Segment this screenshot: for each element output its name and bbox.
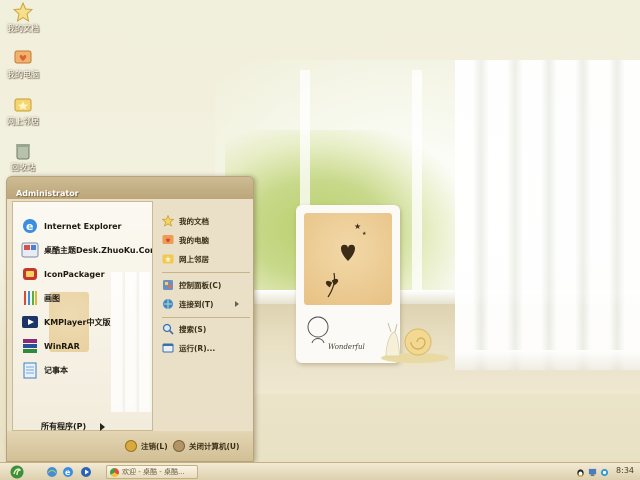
taskbar: e 欢迎 - 桌酷 - 桌酷... 8:34 [0, 462, 640, 480]
desktop-icon-my-documents[interactable]: 我的文档 [0, 2, 46, 34]
program-notepad[interactable]: 记事本 [21, 360, 68, 380]
tool-run[interactable]: 运行(R)... [162, 340, 215, 356]
qq-penguin-icon[interactable] [576, 468, 585, 477]
desktop-icon-recycle-bin[interactable]: 回收站 [0, 141, 46, 173]
tool-label: 搜索(S) [179, 324, 207, 334]
menu-separator [162, 317, 250, 318]
desktop-icon-label: 回收站 [11, 163, 35, 172]
notepad-icon [23, 362, 37, 379]
start-menu: Administrator e Internet Explorer 桌酷主题De… [6, 176, 254, 462]
curtain [455, 60, 640, 370]
svg-text:★: ★ [362, 231, 367, 237]
start-button[interactable] [2, 464, 32, 480]
iconpackager-icon [23, 268, 37, 280]
show-desktop-icon[interactable] [46, 466, 58, 478]
desktop-icon-my-computer[interactable]: 我的电脑 [0, 48, 46, 80]
program-label: WinRAR [44, 341, 80, 351]
tool-search[interactable]: 搜索(S) [162, 321, 206, 337]
chevron-right-icon [235, 301, 240, 307]
zhuoku-theme-icon [21, 242, 39, 258]
star-folder-icon [162, 215, 174, 227]
chevron-right-icon [100, 422, 106, 431]
svg-text:★: ★ [354, 222, 361, 231]
place-label: 网上邻居 [179, 254, 209, 264]
program-label: Internet Explorer [44, 221, 122, 231]
tool-label: 运行(R)... [179, 343, 216, 353]
internet-explorer-icon: e [23, 219, 37, 233]
computer-heart-icon [14, 50, 32, 64]
panel-decoration [111, 272, 152, 412]
taskbar-window-button[interactable]: 欢迎 - 桌酷 - 桌酷... [106, 465, 198, 479]
program-label: IconPackager [44, 269, 105, 279]
program-label: 记事本 [44, 365, 68, 375]
place-label: 我的文档 [179, 216, 209, 226]
curtain-hem [455, 350, 640, 370]
user-name: Administrator [16, 189, 79, 198]
network-status-icon[interactable] [588, 468, 597, 477]
program-label: KMPlayer中文版 [44, 317, 111, 327]
svg-text:e: e [65, 468, 71, 477]
desktop-icon-label: 我的电脑 [7, 70, 39, 79]
desktop-icon-label: 我的文档 [7, 24, 39, 33]
kmplayer-icon [22, 316, 38, 328]
desktop-icon-network[interactable]: 网上邻居 [0, 95, 46, 127]
log-off-label: 注销(L) [141, 441, 168, 451]
paint-icon [24, 291, 37, 305]
program-kmplayer[interactable]: KMPlayer中文版 [21, 312, 111, 332]
internet-explorer-icon[interactable]: e [62, 466, 74, 478]
start-orb-icon [10, 465, 24, 479]
program-label: 画图 [44, 293, 60, 303]
place-my-computer[interactable]: 我的电脑 [162, 232, 209, 248]
heart-doodle-icon: ★ ★ [325, 222, 367, 298]
control-panel-icon [163, 280, 173, 290]
place-network[interactable]: 网上邻居 [162, 251, 209, 267]
network-places-icon [162, 254, 174, 264]
place-label: 我的电脑 [179, 235, 209, 245]
program-paint[interactable]: 画图 [21, 288, 60, 308]
connect-to-icon [163, 299, 173, 309]
network-places-icon [14, 98, 32, 112]
svg-text:e: e [26, 220, 33, 233]
system-connect-to[interactable]: 连接到(T) [162, 296, 240, 312]
desktop-icon-label: 网上邻居 [7, 117, 39, 126]
places-panel: 我的文档 我的电脑 网上邻居 控制面板(C) 连接到(T) 搜索(S) 运行(R… [157, 201, 253, 431]
search-icon [162, 323, 174, 335]
star-folder-icon [13, 2, 33, 22]
media-player-icon[interactable] [80, 466, 92, 478]
recycle-bin-icon [16, 144, 30, 160]
program-internet-explorer[interactable]: e Internet Explorer [21, 216, 122, 236]
power-icon [173, 440, 185, 452]
place-my-documents[interactable]: 我的文档 [162, 213, 209, 229]
polaroid-photo: ★ ★ [304, 213, 392, 305]
program-winrar[interactable]: WinRAR [21, 336, 80, 356]
system-label: 控制面板(C) [179, 280, 222, 290]
program-label: 桌酷主题Desk.ZhuoKu.Com [44, 245, 153, 255]
start-menu-footer: 注销(L) 关闭计算机(U) [7, 431, 253, 461]
program-zhuoku-theme[interactable]: 桌酷主题Desk.ZhuoKu.Com [21, 240, 153, 260]
pinned-programs-panel: e Internet Explorer 桌酷主题Desk.ZhuoKu.Com … [12, 201, 153, 431]
system-label: 连接到(T) [179, 299, 214, 309]
shutdown-label: 关闭计算机(U) [189, 441, 240, 451]
polaroid-caption: Wonderful [328, 343, 365, 351]
program-iconpackager[interactable]: IconPackager [21, 264, 105, 284]
menu-separator [162, 272, 250, 273]
computer-heart-icon [162, 235, 174, 244]
run-icon [162, 343, 174, 353]
taskbar-window-label: 欢迎 - 桌酷 - 桌酷... [122, 468, 185, 476]
clock: 8:34 [616, 466, 634, 475]
snail-figurine-icon [381, 322, 449, 363]
system-control-panel[interactable]: 控制面板(C) [162, 277, 221, 293]
browser-icon [110, 467, 119, 477]
security-icon[interactable] [600, 468, 609, 477]
winrar-icon [23, 339, 37, 353]
log-off-button[interactable]: 注销(L) [125, 440, 168, 452]
log-off-icon [125, 440, 137, 452]
shutdown-button[interactable]: 关闭计算机(U) [173, 440, 239, 452]
window-frame-bar [412, 70, 422, 300]
